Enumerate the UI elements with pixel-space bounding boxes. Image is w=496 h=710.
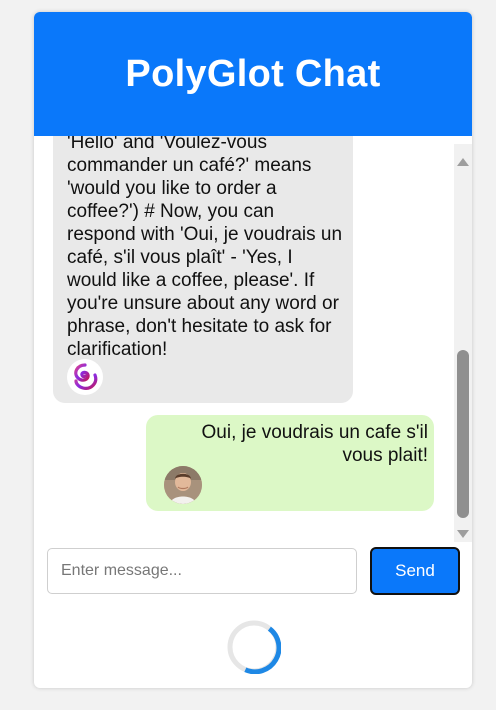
app-title: PolyGlot Chat — [125, 52, 381, 95]
scroll-up-arrow-icon[interactable] — [457, 158, 469, 166]
message-input[interactable] — [47, 548, 357, 594]
chat-header: PolyGlot Chat — [34, 12, 472, 136]
message-list: 'Hello' and 'Voulez-vous commander un ca… — [34, 136, 472, 542]
polyglot-swirl-logo-icon — [67, 359, 103, 395]
message-scrollbar[interactable] — [454, 144, 472, 542]
bot-message-text: 'Hello' and 'Voulez-vous commander un ca… — [67, 136, 343, 360]
bot-message: 'Hello' and 'Voulez-vous commander un ca… — [53, 136, 353, 403]
user-message: Oui, je voudrais un cafe s'il vous plait… — [146, 415, 434, 511]
send-button[interactable]: Send — [370, 547, 460, 595]
user-avatar — [164, 466, 202, 504]
scrollbar-thumb[interactable] — [457, 350, 469, 518]
scroll-down-arrow-icon[interactable] — [457, 530, 469, 538]
user-message-text: Oui, je voudrais un cafe s'il vous plait… — [201, 422, 428, 466]
spinner-icon — [227, 620, 282, 675]
chat-window: PolyGlot Chat 'Hello' and 'Voulez-vous c… — [34, 12, 472, 688]
